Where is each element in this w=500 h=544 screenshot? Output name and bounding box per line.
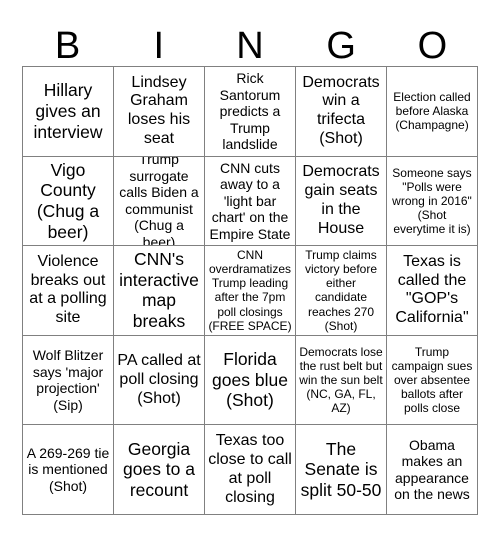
bingo-cell-label: Rick Santorum predicts a Trump landslide [219, 70, 281, 153]
bingo-cell[interactable]: The Senate is split 50-50 [296, 425, 387, 515]
bingo-cell-label: Vigo County (Chug a beer) [36, 159, 100, 242]
bingo-cell[interactable]: Violence breaks out at a polling site [23, 246, 114, 336]
bingo-cell-label: CNN overdramatizes Trump leading after t… [208, 248, 292, 333]
bingo-cell[interactable]: Someone says "Polls were wrong in 2016" … [387, 156, 478, 247]
bingo-header-letter-n: N [236, 25, 264, 67]
bingo-cell-label: PA called at poll closing (Shot) [117, 351, 201, 407]
bingo-cell[interactable]: Democrats gain seats in the House [296, 156, 387, 247]
bingo-cell[interactable]: Obama makes an appearance on the news [387, 425, 478, 515]
bingo-cell-label: Trump campaign sues over absentee ballot… [391, 344, 473, 416]
bingo-header-row: B I N G O [22, 14, 478, 66]
bingo-cell[interactable]: CNN cuts away to a 'light bar chart' on … [205, 156, 296, 247]
bingo-cell-label: Democrats win a trifecta (Shot) [302, 73, 380, 148]
bingo-header-letter-g: G [326, 25, 356, 67]
bingo-cell-label: Democrats gain seats in the House [302, 163, 380, 237]
bingo-cell[interactable]: Georgia goes to a recount [114, 425, 205, 515]
bingo-cell[interactable]: PA called at poll closing (Shot) [114, 335, 205, 426]
bingo-cell[interactable]: Trump surrogate calls Biden a communist … [114, 156, 205, 247]
bingo-cell-label: Someone says "Polls were wrong in 2016" … [392, 165, 472, 237]
bingo-header-letter-b: B [54, 25, 81, 67]
bingo-cell[interactable]: Wolf Blitzer says 'major projection' (Si… [23, 335, 114, 426]
bingo-cell-label: Lindsey Graham loses his seat [127, 73, 191, 148]
bingo-cell-label: CNN's interactive map breaks [119, 249, 199, 332]
bingo-cell[interactable]: Trump campaign sues over absentee ballot… [387, 335, 478, 426]
bingo-grid: Hillary gives an interview Lindsey Graham… [22, 66, 478, 515]
bingo-cell-label: Georgia goes to a recount [123, 438, 195, 500]
bingo-cell-free-space[interactable]: CNN overdramatizes Trump leading after t… [205, 246, 296, 336]
bingo-cell[interactable]: CNN's interactive map breaks [114, 246, 205, 336]
bingo-cell-label: Texas is called the "GOP's California" [395, 252, 469, 327]
bingo-card: B I N G O Hillary gives an interview Lind… [22, 14, 478, 515]
bingo-cell-label: Election called before Alaska (Champagne… [393, 90, 471, 133]
bingo-cell-label: Violence breaks out at a polling site [29, 252, 107, 327]
bingo-cell[interactable]: Lindsey Graham loses his seat [114, 67, 205, 157]
bingo-header-letter-i: I [153, 25, 165, 67]
bingo-cell-label: Obama makes an appearance on the news [394, 436, 470, 503]
bingo-cell-label: Florida goes blue (Shot) [212, 349, 288, 411]
bingo-cell[interactable]: Trump claims victory before either candi… [296, 246, 387, 336]
bingo-cell[interactable]: Democrats win a trifecta (Shot) [296, 67, 387, 157]
bingo-cell-label: Trump surrogate calls Biden a communist … [119, 156, 199, 247]
bingo-cell-label: Trump claims victory before either candi… [304, 248, 378, 333]
bingo-cell-label: Hillary gives an interview [33, 80, 103, 142]
bingo-cell-label: Texas too close to call at poll closing [208, 431, 292, 506]
bingo-cell[interactable]: Florida goes blue (Shot) [205, 335, 296, 426]
bingo-cell-label: CNN cuts away to a 'light bar chart' on … [209, 159, 291, 242]
bingo-cell[interactable]: Rick Santorum predicts a Trump landslide [205, 67, 296, 157]
bingo-cell[interactable]: A 269-269 tie is mentioned (Shot) [23, 425, 114, 515]
bingo-cell[interactable]: Texas is called the "GOP's California" [387, 246, 478, 336]
bingo-cell[interactable]: Vigo County (Chug a beer) [23, 156, 114, 247]
bingo-cell-label: Democrats lose the rust belt but win the… [299, 344, 383, 416]
bingo-cell[interactable]: Texas too close to call at poll closing [205, 425, 296, 515]
bingo-cell[interactable]: Election called before Alaska (Champagne… [387, 67, 478, 157]
bingo-cell-label: A 269-269 tie is mentioned (Shot) [26, 444, 110, 494]
bingo-cell-label: The Senate is split 50-50 [300, 438, 382, 500]
bingo-header-letter-o: O [417, 25, 448, 67]
bingo-cell-label: Wolf Blitzer says 'major projection' (Si… [32, 347, 104, 413]
bingo-cell[interactable]: Hillary gives an interview [23, 67, 114, 157]
bingo-cell[interactable]: Democrats lose the rust belt but win the… [296, 335, 387, 426]
